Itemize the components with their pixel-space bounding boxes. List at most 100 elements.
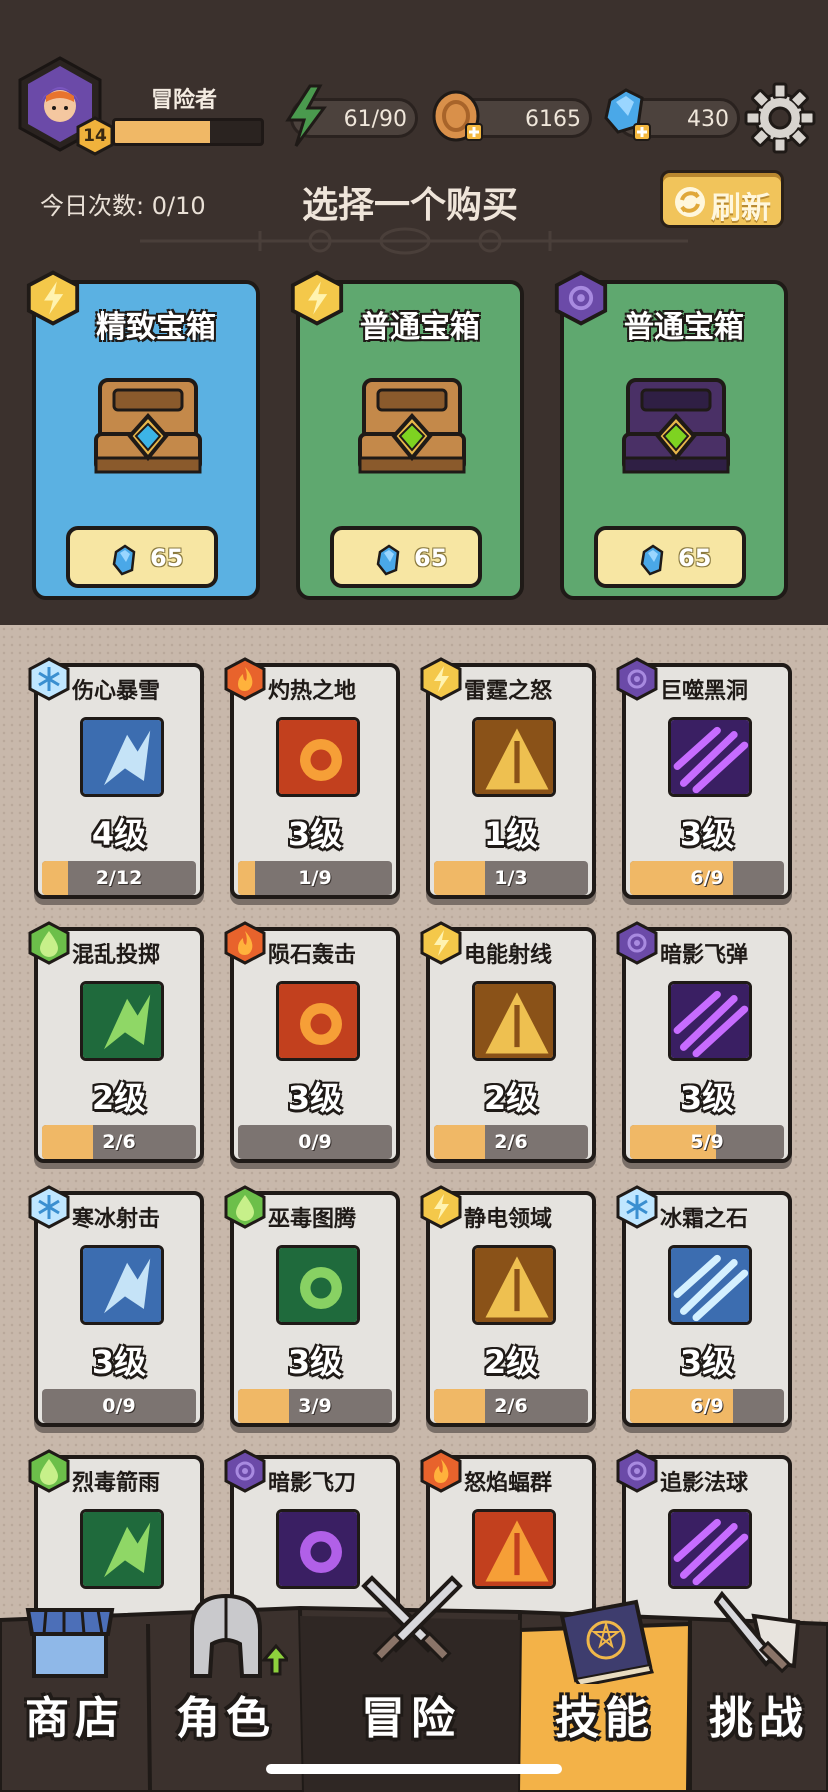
skill-art-icon [276,981,360,1061]
skill-card[interactable]: 混乱投掷 2级 2/6 [28,921,204,1163]
nav-character-tab[interactable]: 角色 [150,1590,302,1792]
skill-level: 2级 [483,1079,539,1117]
skill-name: 怒焰蝠群 [464,1471,553,1496]
skill-fire-icon [224,921,266,965]
skill-progress-bar: 2/6 [42,1125,196,1159]
skill-name: 烈毒箭雨 [72,1471,161,1496]
nav-shop-tab[interactable]: 商店 [0,1590,150,1792]
skill-art-icon [668,1509,752,1589]
divider-ornament [140,227,688,255]
chest-card[interactable]: 普通宝箱 65 [290,270,524,600]
skill-ice-icon [616,1185,658,1229]
skill-progress-bar: 0/9 [238,1125,392,1159]
skill-level: 3级 [679,1079,735,1117]
spellbook-icon [559,1599,654,1684]
skill-name: 追影法球 [660,1471,749,1496]
skill-card[interactable]: 陨石轰击 3级 0/9 [224,921,400,1163]
crossed-swords-icon [361,1575,463,1663]
chest-card[interactable]: 普通宝箱 65 [554,270,788,600]
skill-progress-text: 5/9 [690,1131,724,1153]
home-indicator[interactable] [266,1764,562,1774]
settings-gear-icon[interactable] [744,82,816,154]
skill-shadow-icon [224,1449,266,1493]
skill-name: 陨石轰击 [268,943,357,968]
skill-poison-icon [224,1185,266,1229]
skill-card[interactable]: 暗影飞弹 3级 5/9 [616,921,792,1163]
chest-card[interactable]: 精致宝箱 65 [26,270,260,600]
skill-level: 3级 [287,815,343,853]
skill-name: 巨噬黑洞 [660,679,749,704]
skill-ice-icon [28,1185,70,1229]
skill-name: 静电领域 [464,1207,553,1232]
skill-progress-bar: 0/9 [42,1389,196,1423]
chest-icon [350,362,474,486]
top-panel: 14 冒险者 61/90 6165 430 今日次数: 0/10 选择一个购买 … [0,0,828,625]
chest-buy-button[interactable]: 65 [594,526,746,588]
skill-card[interactable]: 灼热之地 3级 1/9 [224,657,400,899]
skills-grid: 伤心暴雪 4级 2/12 灼热之地 3级 1/9 雷霆之怒 1级 1/3 巨噬黑洞 3级 6/9 混乱投… [0,625,828,1691]
skill-art-icon [668,1245,752,1325]
skill-art-icon [472,981,556,1061]
chest-price: 65 [678,544,712,572]
skill-level: 1级 [483,815,539,853]
skill-progress-text: 3/9 [298,1395,332,1417]
skill-card[interactable]: 巨噬黑洞 3级 6/9 [616,657,792,899]
sword-banner-icon [714,1590,801,1674]
skill-card[interactable]: 冰霜之石 3级 6/9 [616,1185,792,1427]
skill-card[interactable]: 静电领域 2级 2/6 [420,1185,596,1427]
skill-name: 伤心暴雪 [72,679,161,704]
gem-icon [374,544,404,580]
skill-level: 2级 [483,1343,539,1381]
skill-card[interactable]: 巫毒图腾 3级 3/9 [224,1185,400,1427]
skill-fire-icon [420,1449,462,1493]
player-name: 冒险者 [150,88,217,113]
chest-buy-button[interactable]: 65 [66,526,218,588]
chest-icon [86,362,210,486]
skill-name: 暗影飞弹 [660,943,749,968]
chest-icon [614,362,738,486]
skill-lightning-icon [420,1185,462,1229]
skill-lightning-icon [420,657,462,701]
skill-card[interactable]: 寒冰射击 3级 0/9 [28,1185,204,1427]
skill-card[interactable]: 伤心暴雪 4级 2/12 [28,657,204,899]
skill-card[interactable]: 雷霆之怒 1级 1/3 [420,657,596,899]
skill-ice-icon [28,657,70,701]
nav-skills-tab[interactable]: 技能 [520,1590,690,1792]
skill-card[interactable]: 电能射线 2级 2/6 [420,921,596,1163]
skill-progress-text: 1/3 [494,867,528,889]
xp-bar [112,118,264,146]
chest-title: 精致宝箱 [96,310,216,345]
skill-art-icon [472,1245,556,1325]
skill-poison-icon [28,921,70,965]
skill-progress-text: 2/6 [494,1131,528,1153]
skill-art-icon [276,717,360,797]
chest-title: 普通宝箱 [624,310,744,345]
skill-name: 巫毒图腾 [268,1207,357,1232]
chest-buy-button[interactable]: 65 [330,526,482,588]
skill-fire-icon [224,657,266,701]
skill-art-icon [668,717,752,797]
skill-progress-text: 6/9 [690,867,724,889]
nav-adventure-tab[interactable]: 冒险 [302,1575,520,1792]
player-level-badge: 14 [76,116,114,156]
skill-name: 寒冰射击 [72,1207,161,1232]
refresh-icon [675,187,705,217]
skill-progress-text: 6/9 [690,1395,724,1417]
skill-shadow-icon [616,657,658,701]
shop-title: 选择一个购买 [301,185,518,226]
skill-name: 灼热之地 [268,679,357,704]
bottom-nav: 商店 角色 冒险 技能 挑战 [0,1575,828,1792]
skill-name: 暗影飞刀 [268,1471,357,1496]
refresh-button[interactable]: 刷新 [660,170,784,228]
skill-poison-icon [28,1449,70,1493]
skill-art-icon [472,1509,556,1589]
skill-art-icon [80,717,164,797]
daily-count-label: 今日次数: 0/10 [40,192,206,220]
helmet-icon [190,1593,288,1678]
nav-challenge-tab[interactable]: 挑战 [690,1590,828,1792]
skill-name: 混乱投掷 [72,943,161,968]
skill-progress-bar: 1/3 [434,861,588,895]
skill-progress-text: 0/9 [102,1395,136,1417]
chest-price: 65 [414,544,448,572]
skill-level: 3级 [679,815,735,853]
